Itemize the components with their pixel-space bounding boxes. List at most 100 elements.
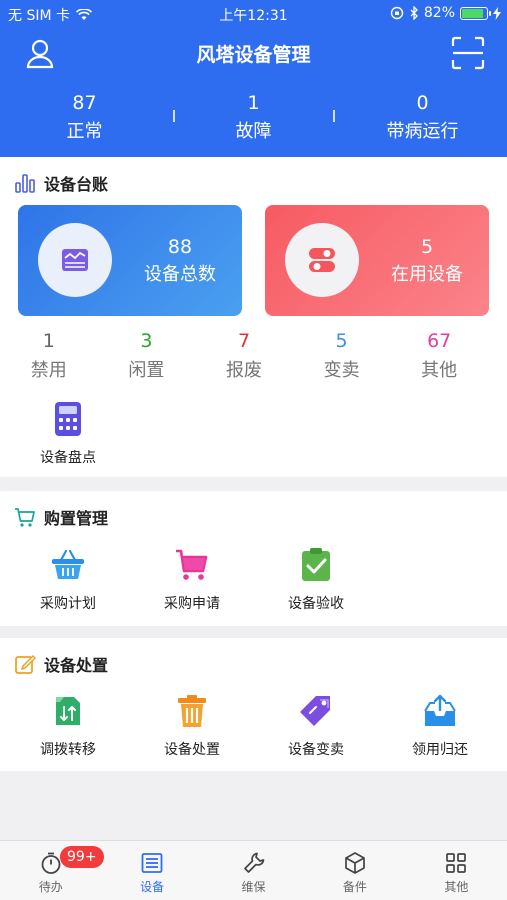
section-title: 设备台账 <box>44 175 109 194</box>
tab-label: 待办 <box>38 880 63 894</box>
toggle-icon <box>309 248 335 272</box>
tab-bar: 待办 99+ 设备 维保 备件 其他 <box>0 840 507 900</box>
status-label: 报废 <box>225 360 262 381</box>
status-label: 变卖 <box>323 360 360 381</box>
purchase-plan-button[interactable]: 采购计划 <box>13 547 123 613</box>
summary-label: 带病运行 <box>386 121 459 142</box>
grid-item-label: 设备变卖 <box>288 742 344 758</box>
grid-item-label: 调拨转移 <box>40 742 96 758</box>
device-status-row: 1 禁用 3 闲置 7 报废 5 变卖 67 其他 <box>0 327 507 387</box>
server-icon <box>62 249 88 271</box>
card-icon-circle <box>38 223 112 297</box>
status-value: 5 <box>335 330 348 352</box>
grid-item-label: 采购计划 <box>40 596 96 612</box>
section-title: 设备处置 <box>44 656 109 675</box>
transfer-button[interactable]: 调拨转移 <box>13 693 123 759</box>
cart-icon <box>176 549 208 580</box>
tab-label: 设备 <box>140 880 165 894</box>
tab-devices[interactable]: 设备 <box>101 841 202 900</box>
status-label: 禁用 <box>30 360 67 381</box>
status-summary: 87 正常 1 故障 0 带病运行 <box>0 88 507 150</box>
cart-outline-icon <box>15 508 35 527</box>
status-other[interactable]: 67 其他 <box>390 327 488 387</box>
total-devices-card[interactable]: 88 设备总数 <box>18 205 242 316</box>
status-sold[interactable]: 5 变卖 <box>293 327 391 387</box>
tab-maintenance[interactable]: 维保 <box>203 841 304 900</box>
trash-icon <box>178 695 206 727</box>
tab-label: 备件 <box>342 880 367 894</box>
tab-other[interactable]: 其他 <box>406 841 507 900</box>
sell-device-button[interactable]: 设备变卖 <box>261 693 371 759</box>
status-disabled[interactable]: 1 禁用 <box>0 327 98 387</box>
grid-item-label: 领用归还 <box>412 742 468 758</box>
disposal-section: 设备处置 调拨转移 设备处置 设备变卖 领用归还 <box>0 638 507 771</box>
todo-count-badge: 99+ <box>60 846 104 868</box>
section-title: 购置管理 <box>44 509 109 528</box>
status-scrapped[interactable]: 7 报废 <box>195 327 293 387</box>
summary-label: 故障 <box>235 121 272 142</box>
summary-fault[interactable]: 1 故障 <box>169 88 338 150</box>
card-label: 设备总数 <box>144 264 216 285</box>
card-icon-circle <box>285 223 359 297</box>
battery-icon <box>460 6 491 20</box>
bar-chart-icon <box>15 174 35 193</box>
borrow-return-button[interactable]: 领用归还 <box>385 693 495 759</box>
divider <box>333 110 335 122</box>
purchase-section: 购置管理 采购计划 采购申请 设备验收 <box>0 491 507 626</box>
header: 无 SIM 卡 上午12:31 82% 风塔设备管理 87 正常 1 故障 0 … <box>0 0 507 157</box>
grid-item-label: 设备盘点 <box>40 450 96 466</box>
card-value: 88 <box>167 236 193 258</box>
inventory-check-button[interactable]: 设备盘点 <box>13 401 123 467</box>
wrench-icon <box>243 852 264 873</box>
summary-value: 1 <box>247 92 260 114</box>
battery-percent: 82% <box>423 5 455 21</box>
clipboard-check-icon <box>302 548 330 581</box>
status-value: 67 <box>427 330 452 352</box>
charging-icon <box>493 6 501 20</box>
card-label: 在用设备 <box>391 264 463 285</box>
status-value: 1 <box>42 330 55 352</box>
status-value: 3 <box>140 330 153 352</box>
status-value: 7 <box>237 330 251 352</box>
status-label: 其他 <box>421 360 458 381</box>
transfer-icon <box>56 697 80 725</box>
tab-spare-parts[interactable]: 备件 <box>304 841 405 900</box>
status-bar: 无 SIM 卡 上午12:31 82% <box>0 0 507 28</box>
section-header: 购置管理 <box>14 505 108 529</box>
tab-label: 其他 <box>444 880 469 894</box>
grid-item-label: 设备验收 <box>288 596 344 612</box>
divider <box>173 110 175 122</box>
section-header: 设备台账 <box>14 171 108 195</box>
card-value: 5 <box>420 236 434 258</box>
grid-item-label: 设备处置 <box>164 742 220 758</box>
tag-icon <box>300 696 330 726</box>
device-icon <box>141 853 163 873</box>
tab-label: 维保 <box>241 880 266 894</box>
page-title: 风塔设备管理 <box>196 44 311 66</box>
summary-value: 87 <box>72 92 97 114</box>
summary-label: 正常 <box>66 121 103 142</box>
in-use-devices-card[interactable]: 5 在用设备 <box>265 205 489 316</box>
basket-icon <box>52 549 84 579</box>
orientation-lock-icon <box>390 6 404 20</box>
bluetooth-icon <box>410 6 418 20</box>
tab-todo[interactable]: 待办 99+ <box>0 841 104 900</box>
summary-value: 0 <box>416 92 429 114</box>
summary-sick-running[interactable]: 0 带病运行 <box>338 88 507 150</box>
device-acceptance-button[interactable]: 设备验收 <box>261 547 371 613</box>
calculator-icon <box>55 402 81 436</box>
scan-icon[interactable] <box>451 36 485 70</box>
nav-bar: 风塔设备管理 <box>0 28 507 80</box>
purchase-request-button[interactable]: 采购申请 <box>137 547 247 613</box>
edit-icon <box>15 654 36 674</box>
cube-icon <box>345 852 365 874</box>
grid-icon <box>446 853 467 873</box>
status-label: 闲置 <box>128 360 165 381</box>
section-header: 设备处置 <box>14 652 108 676</box>
grid-item-label: 采购申请 <box>164 596 220 612</box>
status-idle[interactable]: 3 闲置 <box>98 327 196 387</box>
summary-normal[interactable]: 87 正常 <box>0 88 169 150</box>
inbox-return-icon <box>424 694 456 726</box>
ledger-section: 设备台账 88 设备总数 5 在用设备 1 禁用 3 闲置 7 报废 5 变卖 … <box>0 157 507 477</box>
disposal-button[interactable]: 设备处置 <box>137 693 247 759</box>
